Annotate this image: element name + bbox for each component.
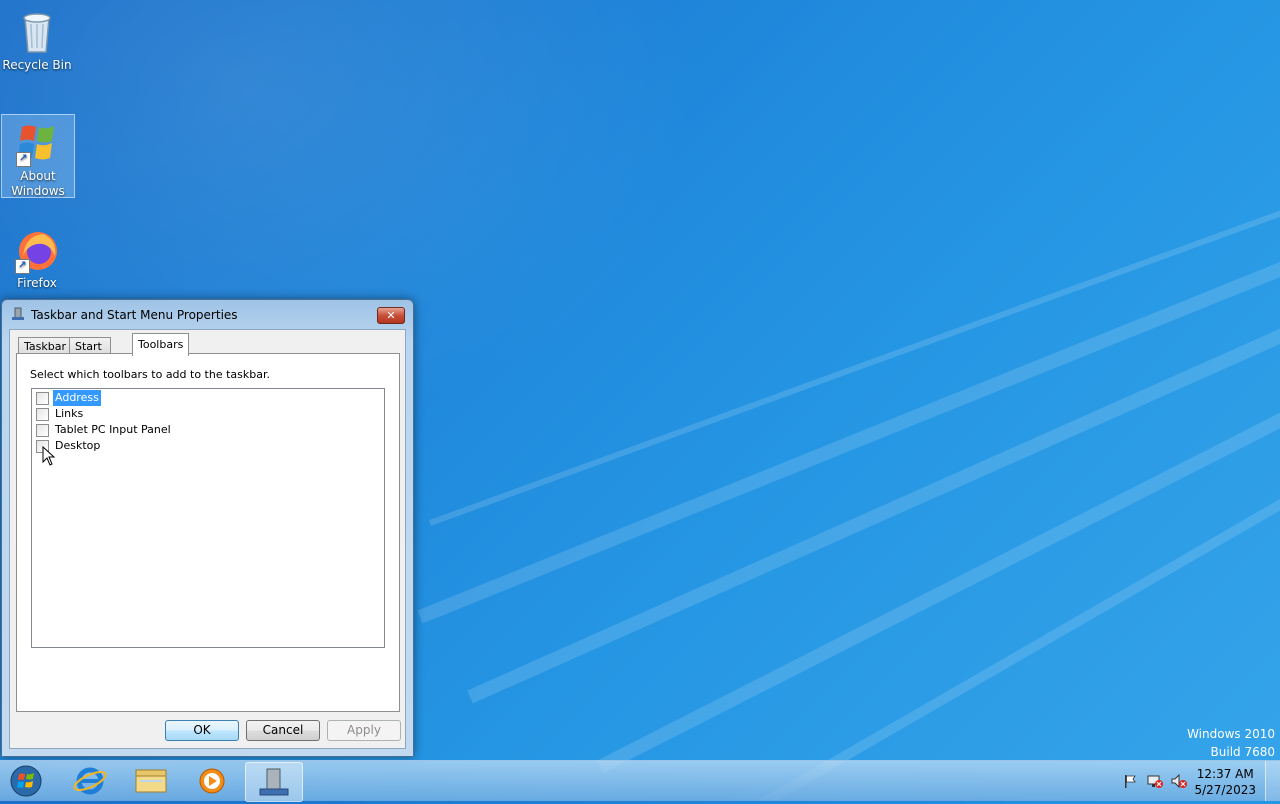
list-item-label: Links <box>55 407 84 420</box>
file-explorer-taskbar-button[interactable] <box>123 762 179 800</box>
close-button[interactable]: ✕ <box>377 307 405 324</box>
watermark-edition: Windows 2010 <box>1187 727 1275 741</box>
taskbar-properties-taskbar-button[interactable] <box>245 762 303 802</box>
folder-icon <box>135 769 167 793</box>
list-item-label: Desktop <box>55 439 101 452</box>
notification-area <box>1120 761 1200 801</box>
cancel-button[interactable]: Cancel <box>246 720 320 741</box>
shortcut-arrow-icon: ↗ <box>15 259 30 274</box>
taskbar-properties-icon <box>11 307 25 321</box>
internet-explorer-taskbar-button[interactable] <box>62 762 118 800</box>
dialog-title: Taskbar and Start Menu Properties <box>31 308 238 322</box>
desktop-icon-label: About Windows <box>11 169 65 198</box>
clock-date: 5/27/2023 <box>1194 783 1256 797</box>
desktop-icon-recycle-bin[interactable]: Recycle Bin <box>1 4 73 73</box>
internet-explorer-icon <box>73 767 107 795</box>
desktop-icon-about-windows[interactable]: ↗ About Windows <box>1 114 75 198</box>
firefox-icon: ↗ <box>13 226 61 274</box>
windows-logo-icon: ↗ <box>14 119 62 167</box>
toolbars-tab-panel: Select which toolbars to add to the task… <box>16 353 400 712</box>
recycle-bin-icon <box>13 8 61 56</box>
tab-toolbars[interactable]: Toolbars <box>132 333 190 356</box>
links-checkbox[interactable] <box>36 408 49 421</box>
tablet-pc-input-panel-checkbox[interactable] <box>36 424 49 437</box>
taskbar: 12:37 AM 5/27/2023 <box>0 760 1280 802</box>
mouse-pointer-icon <box>42 445 56 466</box>
shortcut-arrow-icon: ↗ <box>16 152 31 167</box>
media-player-taskbar-button[interactable] <box>184 762 240 800</box>
taskbar-properties-dialog: Taskbar and Start Menu Properties ✕ Task… <box>1 299 414 757</box>
instruction-text: Select which toolbars to add to the task… <box>30 368 270 381</box>
desktop-icon-firefox[interactable]: ↗ Firefox <box>1 222 73 291</box>
dialog-client-area: Taskbar Start Menu Toolbars Select which… <box>9 329 406 749</box>
toolbars-list[interactable]: Address Links Tablet PC Input Panel Desk… <box>31 388 385 648</box>
ok-button[interactable]: OK <box>165 720 239 741</box>
clock-time: 12:37 AM <box>1196 767 1254 781</box>
action-center-flag-icon[interactable] <box>1122 773 1138 789</box>
apply-button[interactable]: Apply <box>327 720 401 741</box>
start-button[interactable] <box>6 764 46 798</box>
desktop-icon-label: Firefox <box>17 276 57 290</box>
list-item-label: Tablet PC Input Panel <box>55 423 171 436</box>
taskbar-properties-icon <box>259 768 289 796</box>
network-icon[interactable] <box>1146 773 1164 789</box>
desktop-icon-label: Recycle Bin <box>2 58 72 72</box>
media-player-icon <box>199 768 225 794</box>
show-desktop-button[interactable] <box>1265 761 1280 801</box>
address-checkbox[interactable] <box>36 392 49 405</box>
watermark-build: Build 7680 <box>1210 745 1275 759</box>
dialog-titlebar[interactable]: Taskbar and Start Menu Properties ✕ <box>2 300 413 328</box>
volume-muted-icon[interactable] <box>1170 773 1188 789</box>
system-clock[interactable]: 12:37 AM 5/27/2023 <box>1194 766 1256 798</box>
list-item-label: Address <box>53 390 101 406</box>
build-watermark: Windows 2010 Build 7680 <box>1187 725 1275 761</box>
